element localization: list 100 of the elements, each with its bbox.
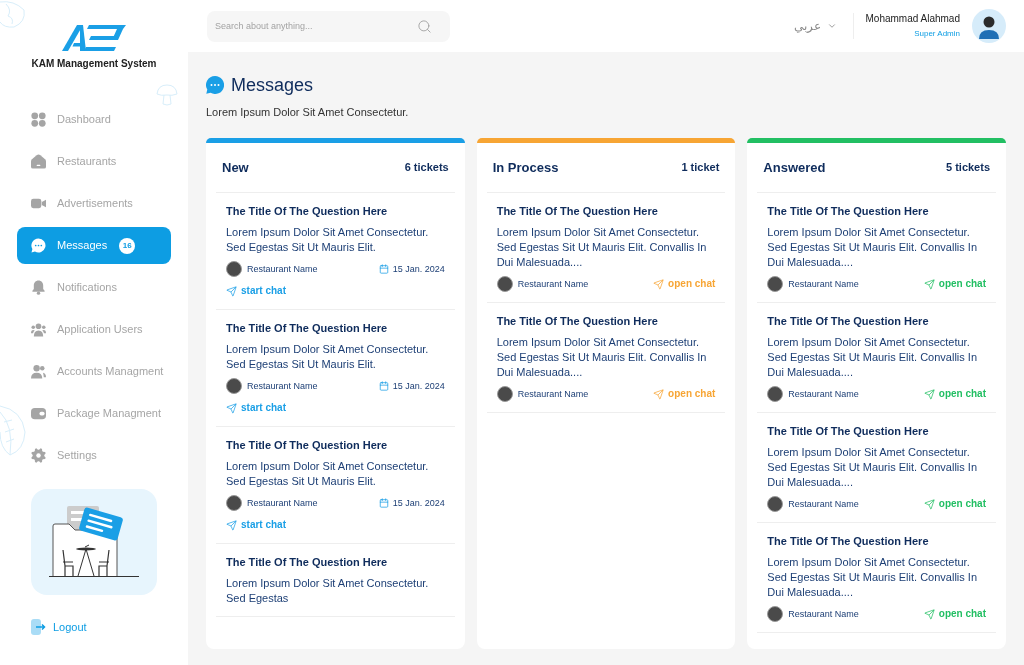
ticket-title: The Title Of The Question Here [226, 438, 388, 453]
restaurant-name: Restaurant Name [788, 388, 859, 400]
ticket-title: The Title Of The Question Here [767, 534, 929, 549]
ticket-description: Lorem Ipsum Dolor Sit Amet Consectetur. Sed Egestas Sit Ut Mauris Elit. Convallis In Dui Malesuada.... [767, 335, 979, 380]
chat-bubble-icon [206, 76, 224, 94]
paper-plane-icon [923, 608, 935, 620]
restaurant-photo-placeholder [496, 276, 513, 292]
ticket-title: The Title Of The Question Here [767, 314, 929, 329]
restaurant-name: Restaurant Name [247, 380, 318, 392]
paper-plane-icon [226, 285, 237, 297]
paper-plane-icon [226, 519, 237, 531]
count-badge: 16 [119, 237, 136, 254]
house-icon [31, 154, 46, 169]
ticket-title: The Title Of The Question Here [767, 424, 929, 439]
ticket-description: Lorem Ipsum Dolor Sit Amet Consectetur. Sed Egestas Sit Ut Mauris Elit. Convallis In Dui Malesuada.... [767, 555, 979, 600]
chat-link[interactable]: start chat [226, 400, 286, 416]
sidebar-item[interactable]: Application Users [17, 311, 171, 348]
ticket-title: The Title Of The Question Here [226, 204, 388, 219]
chat-link[interactable]: open chat [923, 496, 986, 512]
wallet-icon [31, 406, 46, 421]
restaurant-name: Restaurant Name [517, 278, 589, 290]
chat-link[interactable]: open chat [923, 606, 986, 622]
sidebar-item[interactable]: Dashboard [17, 101, 171, 138]
ticket-description: Lorem Ipsum Dolor Sit Amet Consectetur. Sed Egestas Sit Ut Mauris Elit. [226, 342, 430, 372]
sidebar-item[interactable]: Package Managment [17, 395, 171, 432]
ticket-date: 15 Jan. 2024 [392, 497, 445, 509]
user-group-icon [31, 322, 46, 337]
ticket-date: 15 Jan. 2024 [392, 263, 445, 275]
ticket-title: The Title Of The Question Here [496, 204, 658, 219]
line-art-decoration-icon [0, 0, 26, 28]
restaurant-name: Restaurant Name [788, 608, 859, 620]
restaurant-photo-placeholder [767, 386, 784, 402]
restaurant-name: Restaurant Name [788, 498, 859, 510]
sidebar-item[interactable]: Advertisements [17, 185, 171, 222]
search-field[interactable]: Search about anything... [207, 10, 450, 42]
column-title: Answered [763, 158, 826, 177]
logo-icon [62, 24, 126, 51]
user-role: Super Admin [914, 27, 960, 40]
paper-plane-icon [923, 278, 935, 290]
logout-icon [31, 619, 46, 635]
sidebar-item[interactable]: Notifications [17, 269, 171, 306]
restaurant-name: Restaurant Name [788, 278, 859, 290]
restaurant-photo-placeholder [767, 606, 784, 622]
mushroom-decoration-icon [156, 84, 178, 106]
users-icon [31, 364, 46, 379]
restaurant-photo-placeholder [496, 386, 513, 402]
restaurant-photo-placeholder [767, 496, 784, 512]
sidebar-item[interactable]: Restaurants [17, 143, 171, 180]
restaurant-photo-placeholder [226, 378, 242, 394]
sidebar-item[interactable]: Messages 16 [17, 227, 171, 264]
restaurant-photo-placeholder [226, 261, 242, 277]
leaf-decoration-icon [0, 402, 26, 456]
avatar-icon [972, 9, 1006, 43]
paper-plane-icon [653, 278, 665, 290]
chat-link[interactable]: open chat [653, 276, 716, 292]
ticket-count: 5 tickets [946, 160, 990, 176]
sidebar-item[interactable]: Accounts Managment [17, 353, 171, 390]
ticket-title: The Title Of The Question Here [496, 314, 658, 329]
restaurant-name: Restaurant Name [247, 263, 318, 275]
ticket-description: Lorem Ipsum Dolor Sit Amet Consectetur. Sed Egestas Sit Ut Mauris Elit. Convallis In Dui Malesuada.... [496, 335, 708, 380]
paper-plane-icon [226, 402, 237, 414]
chat-link[interactable]: start chat [226, 517, 286, 533]
search-icon [417, 18, 432, 34]
ticket-count: 6 tickets [404, 160, 449, 176]
restaurant-photo-placeholder [767, 276, 784, 292]
logout-button[interactable]: Logout [31, 619, 87, 635]
ticket-title: The Title Of The Question Here [226, 321, 388, 336]
calendar-icon [378, 498, 389, 508]
restaurant-photo-placeholder [226, 495, 242, 511]
page-title: Messages [231, 74, 314, 97]
ticket-date: 15 Jan. 2024 [392, 380, 445, 392]
chat-link[interactable]: open chat [923, 386, 986, 402]
paper-plane-icon [653, 388, 665, 400]
paper-plane-icon [923, 388, 935, 400]
chat-link[interactable]: open chat [653, 386, 716, 402]
page-subtitle: Lorem Ipsum Dolor Sit Amet Consectetur. [206, 105, 409, 120]
bell-icon [31, 280, 46, 295]
restaurant-name: Restaurant Name [247, 497, 318, 509]
ticket-description: Lorem Ipsum Dolor Sit Amet Consectetur. Sed Egestas Sit Ut Mauris Elit. Convallis In Dui Malesuada.... [767, 225, 979, 270]
chat-link[interactable]: start chat [226, 283, 286, 299]
ticket-description: Lorem Ipsum Dolor Sit Amet Consectetur. Sed Egestas Sit Ut Mauris Elit. Convallis In Dui Malesuada.... [496, 225, 708, 270]
ticket-description: Lorem Ipsum Dolor Sit Amet Consectetur. Sed Egestas Sit Ut Mauris Elit. [226, 225, 430, 255]
grid-dots-icon [31, 112, 46, 127]
sidebar-item[interactable]: Settings [17, 437, 171, 474]
calendar-icon [378, 381, 389, 391]
video-camera-icon [31, 196, 46, 211]
ticket-title: The Title Of The Question Here [767, 204, 929, 219]
restaurant-name: Restaurant Name [517, 388, 589, 400]
ticket-description: Lorem Ipsum Dolor Sit Amet Consectetur. Sed Egestas Sit Ut Mauris Elit. Convallis In Dui Malesuada.... [767, 445, 979, 490]
chat-link[interactable]: open chat [923, 276, 986, 292]
ticket-title: The Title Of The Question Here [226, 555, 388, 570]
ticket-description: Lorem Ipsum Dolor Sit Amet Consectetur. Sed Egestas Sit Ut Mauris Elit. [226, 459, 430, 489]
language-selector[interactable]: عربي [793, 18, 837, 34]
user-name: Mohammad Alahmad [865, 12, 960, 25]
column-title: New [222, 158, 249, 177]
settings-icon [31, 448, 46, 463]
chevron-down-icon [826, 21, 837, 31]
paper-plane-icon [923, 498, 935, 510]
ticket-count: 1 ticket [681, 160, 720, 176]
ticket-description: Lorem Ipsum Dolor Sit Amet Consectetur. Sed Egestas [226, 576, 430, 606]
